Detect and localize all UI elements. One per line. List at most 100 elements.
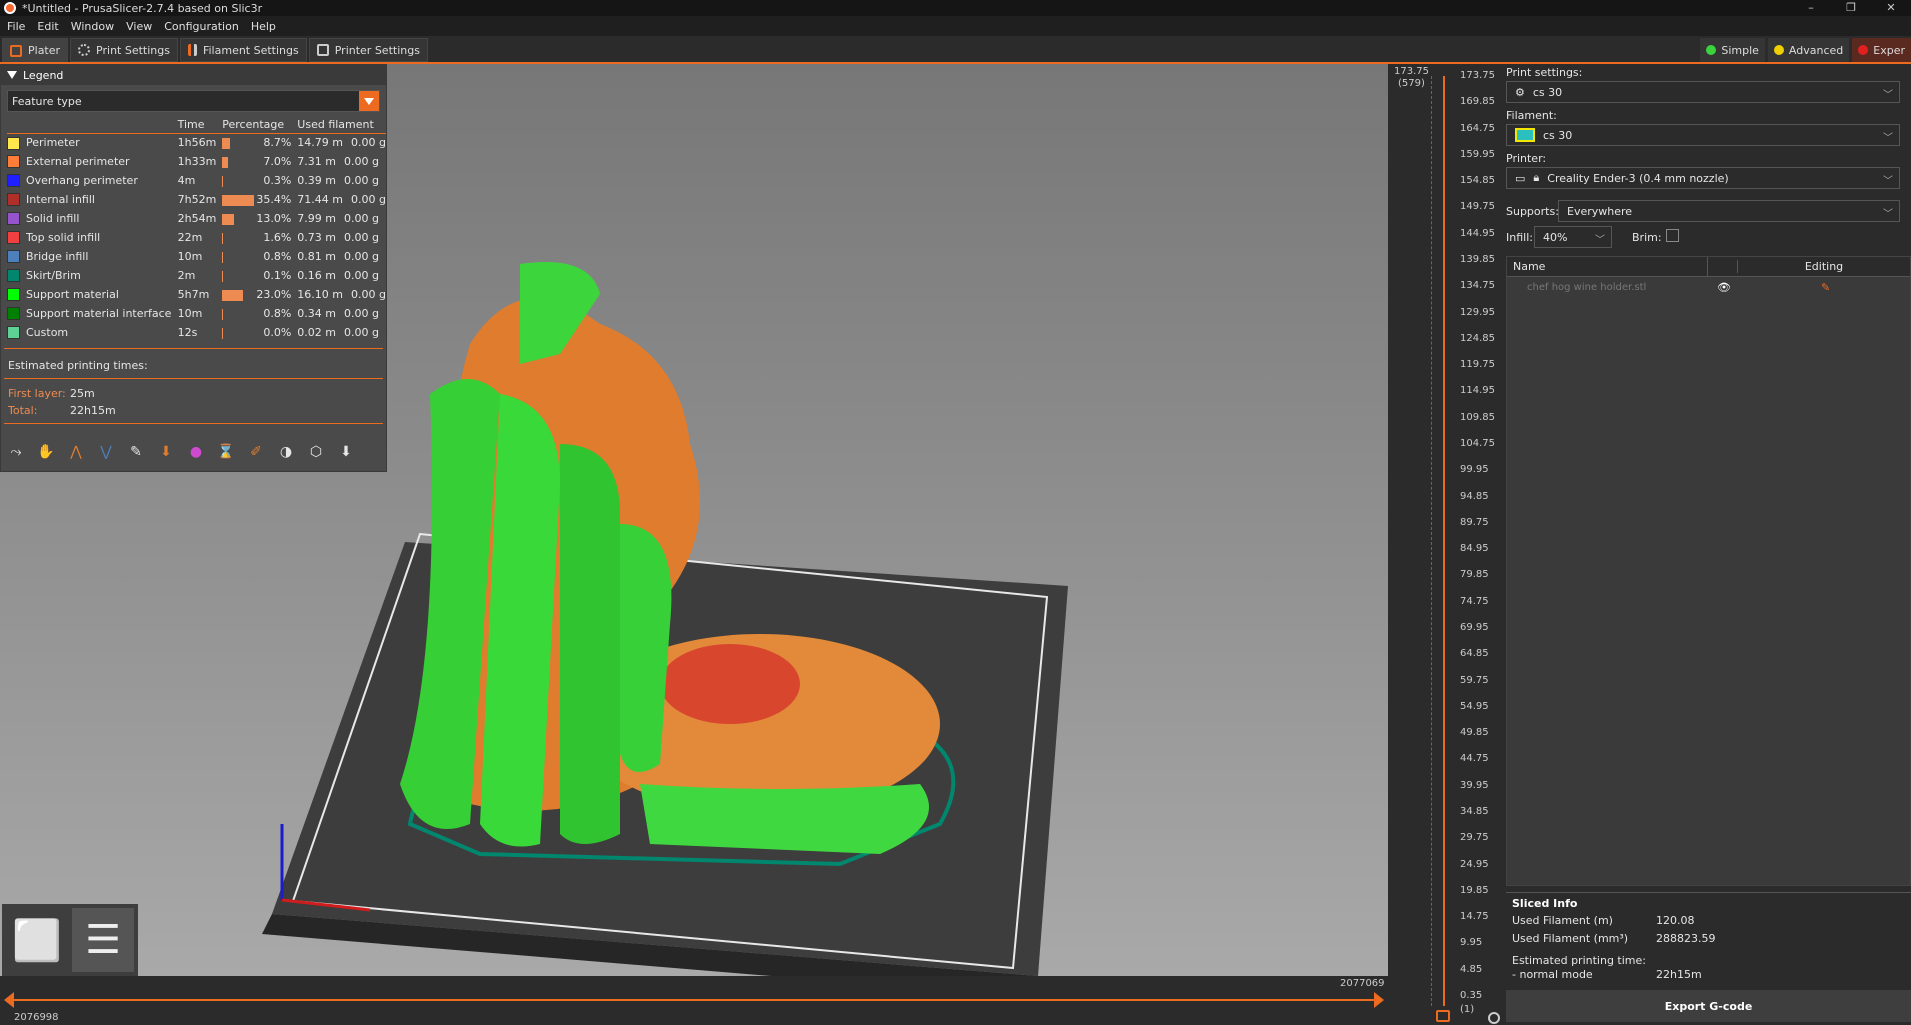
- percentage-cell: 0.8%: [222, 247, 297, 266]
- color-changes-icon[interactable]: ●: [185, 441, 207, 463]
- tool-changes-icon[interactable]: ⬇: [155, 441, 177, 463]
- slider-left-thumb[interactable]: [2, 992, 16, 1008]
- gear-icon: [78, 44, 91, 56]
- brim-checkbox[interactable]: [1666, 229, 1679, 242]
- dropdown-arrow-icon[interactable]: [359, 91, 379, 111]
- tab-plater[interactable]: Plater: [2, 38, 69, 62]
- filament-combo[interactable]: cs 30 ﹀: [1506, 124, 1900, 146]
- layer-tick-label: 164.75: [1460, 122, 1495, 134]
- legend-row[interactable]: Support material interface 10m 0.8% 0.34 m0…: [7, 304, 386, 323]
- used-filament-m-row: Used Filament (m) 120.08: [1512, 914, 1905, 932]
- legend-header[interactable]: Legend: [1, 65, 386, 85]
- feature-name: Support material interface: [26, 306, 172, 320]
- mode-expert[interactable]: Exper: [1852, 38, 1911, 62]
- legend-row[interactable]: Skirt/Brim 2m 0.1% 0.16 m 0.00 g: [7, 266, 386, 285]
- time-cell: 2h54m: [177, 212, 217, 225]
- eye-icon[interactable]: 👁︎: [1717, 281, 1731, 294]
- menu-window[interactable]: Window: [71, 20, 114, 33]
- preview-button[interactable]: ☰: [72, 908, 134, 972]
- seams-icon[interactable]: ✎: [125, 441, 147, 463]
- close-icon[interactable]: ✕: [1871, 0, 1911, 16]
- tab-filament-settings[interactable]: Filament Settings: [179, 38, 307, 62]
- view-type-select[interactable]: Feature type: [7, 90, 380, 112]
- tool-marker-icon[interactable]: ⬇: [335, 441, 357, 463]
- mode-dot-icon: [1858, 45, 1869, 55]
- name-column-header[interactable]: Name: [1507, 260, 1707, 273]
- layer-tick-label: 74.75: [1460, 595, 1489, 607]
- center-of-gravity-icon[interactable]: ◑: [275, 441, 297, 463]
- model-top-infill: [660, 644, 800, 724]
- column-header-feature: [7, 116, 178, 134]
- edit-icon[interactable]: ✎: [1821, 281, 1830, 294]
- chevron-down-icon: ﹀: [1595, 235, 1605, 246]
- time-cell: 5h7m: [177, 288, 210, 301]
- cog-icon[interactable]: [1488, 1012, 1500, 1024]
- slider-right-thumb[interactable]: [1372, 992, 1386, 1008]
- legend-row[interactable]: Support material 5h7m 23.0% 16.10 m 0.00 g: [7, 285, 386, 304]
- object-row[interactable]: chef hog wine holder.stl 👁︎ ✎: [1507, 277, 1910, 297]
- supports-combo[interactable]: Everywhere ﹀: [1558, 200, 1900, 222]
- restore-icon[interactable]: ❐: [1831, 0, 1871, 16]
- horizontal-move-slider[interactable]: 2077069 2076998: [0, 976, 1388, 1025]
- export-gcode-button[interactable]: Export G-code: [1506, 990, 1911, 1022]
- tab-print-settings[interactable]: Print Settings: [70, 38, 178, 62]
- vertical-layer-slider[interactable]: 173.75 (579) 173.75 169.85 164.75 159.95 154…: [1388, 64, 1506, 1025]
- legend-row[interactable]: Internal infill 7h52m 35.4% 71.44 m 0.00 g: [7, 190, 386, 209]
- infill-combo[interactable]: 40% ﹀: [1534, 226, 1612, 248]
- travel-icon[interactable]: ⤳: [5, 441, 27, 463]
- legend-row[interactable]: Custom 12s 0.0% 0.02 m 0.00 g: [7, 323, 386, 342]
- deretractions-icon[interactable]: ⋁: [95, 441, 117, 463]
- feature-name: Support material: [26, 287, 119, 301]
- menu-edit[interactable]: Edit: [37, 20, 58, 33]
- menu-bar: File Edit Window View Configuration Help: [0, 16, 1911, 36]
- custom-gcode-icon[interactable]: ✐: [245, 441, 267, 463]
- length-value: 71.44 m: [297, 193, 343, 206]
- legend-row[interactable]: External perimeter 1h33m 7.0% 7.31 m 0.00 g: [7, 152, 386, 171]
- layer-tick-label: 54.95: [1460, 700, 1489, 712]
- legend-row[interactable]: Top solid infill 22m 1.6% 0.73 m 0.00 g: [7, 228, 386, 247]
- menu-file[interactable]: File: [7, 20, 25, 33]
- percentage-bar: [222, 251, 224, 263]
- wipe-icon[interactable]: ✋: [35, 441, 57, 463]
- tab-printer-settings[interactable]: Printer Settings: [308, 38, 428, 62]
- shells-icon[interactable]: ⬡: [305, 441, 327, 463]
- collapse-triangle-icon[interactable]: [7, 71, 17, 79]
- percentage-value: 0.8%: [263, 307, 292, 320]
- weight-value: 0.00 g: [344, 155, 379, 168]
- legend-row[interactable]: Solid infill 2h54m 13.0% 7.99 m 0.00 g: [7, 209, 386, 228]
- percentage-value: 8.7%: [263, 136, 292, 150]
- mode-advanced[interactable]: Advanced: [1767, 38, 1850, 62]
- printer-combo[interactable]: ▭ 🔒︎ Creality Ender-3 (0.4 mm nozzle) ﹀: [1506, 167, 1900, 189]
- mode-dot-icon: [1773, 45, 1784, 55]
- lock-icon[interactable]: [1436, 1010, 1450, 1022]
- color-swatch: [7, 269, 20, 283]
- printer-icon: ▭: [1515, 171, 1526, 185]
- filament-value: cs 30: [1543, 128, 1573, 142]
- chevron-down-icon: ﹀: [1883, 133, 1893, 144]
- mode-simple[interactable]: Simple: [1700, 38, 1765, 62]
- menu-configuration[interactable]: Configuration: [164, 20, 239, 33]
- layer-tick-label: 99.95: [1460, 464, 1489, 476]
- menu-view[interactable]: View: [126, 20, 152, 33]
- 3d-view-button[interactable]: ⬜: [6, 908, 68, 972]
- weight-value: 0.00 g: [351, 136, 386, 150]
- layer-tick-label: 39.95: [1460, 779, 1489, 791]
- legend-row[interactable]: Bridge infill 10m 0.8% 0.81 m 0.00 g: [7, 247, 386, 266]
- menu-help[interactable]: Help: [251, 20, 276, 33]
- pause-icon[interactable]: ⌛: [215, 441, 237, 463]
- lock-icon: 🔒︎: [1533, 171, 1540, 184]
- retractions-icon[interactable]: ⋀: [65, 441, 87, 463]
- weight-value: 0.00 g: [344, 269, 379, 282]
- layer-tick-label: 144.95: [1460, 227, 1495, 239]
- tab-label: Printer Settings: [334, 43, 420, 57]
- legend-row[interactable]: Perimeter 1h56m 8.7% 14.79 m 0.00 g: [7, 133, 386, 152]
- length-value: 0.16 m: [297, 269, 337, 282]
- minimize-icon[interactable]: –: [1791, 0, 1831, 16]
- percentage-bar: [222, 137, 231, 149]
- percentage-bar: [222, 213, 235, 225]
- editing-column-header[interactable]: Editing: [1737, 260, 1910, 273]
- first-layer-row: First layer: 25m: [8, 387, 386, 400]
- legend-feature-cell: Skirt/Brim: [7, 266, 178, 285]
- print-settings-combo[interactable]: ⚙ cs 30 ﹀: [1506, 81, 1900, 103]
- legend-row[interactable]: Overhang perimeter 4m 0.3% 0.39 m 0.00 g: [7, 171, 386, 190]
